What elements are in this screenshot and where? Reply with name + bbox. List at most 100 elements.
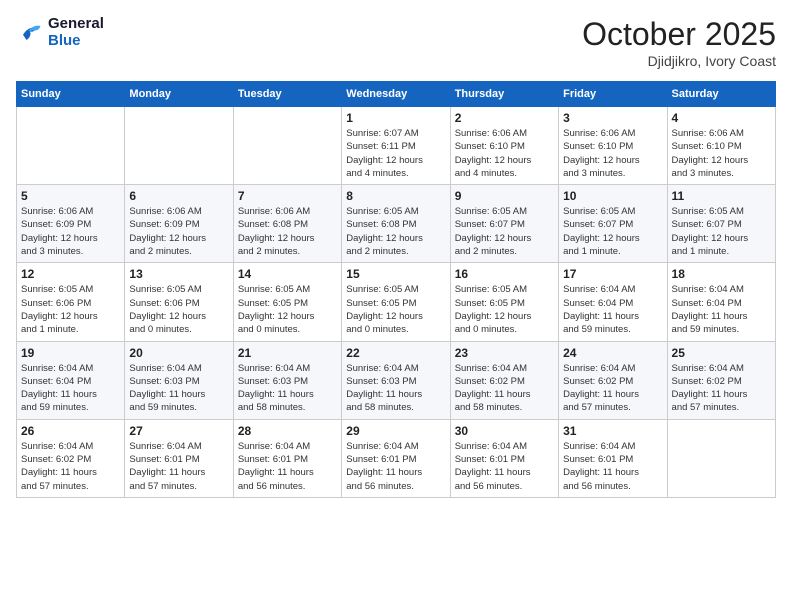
calendar-cell: 18Sunrise: 6:04 AM Sunset: 6:04 PM Dayli…: [667, 263, 775, 341]
calendar-cell: 8 Sunrise: 6:05 AM Sunset: 6:08 PM Daylig…: [342, 185, 450, 263]
calendar-cell: 7 Sunrise: 6:06 AM Sunset: 6:08 PM Daylig…: [233, 185, 341, 263]
title-block: October 2025 Djidjikro, Ivory Coast: [582, 16, 776, 69]
weekday-header: Wednesday: [342, 82, 450, 107]
calendar-cell: 4 Sunrise: 6:06 AM Sunset: 6:10 PM Daylig…: [667, 107, 775, 185]
day-info: Sunrise: 6:05 AM Sunset: 6:06 PM Dayligh…: [129, 283, 228, 336]
calendar-cell: 6 Sunrise: 6:06 AM Sunset: 6:09 PM Daylig…: [125, 185, 233, 263]
calendar-cell: 15Sunrise: 6:05 AM Sunset: 6:05 PM Dayli…: [342, 263, 450, 341]
weekday-header: Saturday: [667, 82, 775, 107]
day-number: 3: [563, 111, 662, 125]
logo-icon: [16, 19, 44, 47]
day-number: 2: [455, 111, 554, 125]
weekday-header: Monday: [125, 82, 233, 107]
day-number: 18: [672, 267, 771, 281]
calendar-cell: 24 Sunrise: 6:04 AM Sunset: 6:02 PM Dayli…: [559, 341, 667, 419]
day-info: Sunrise: 6:06 AM Sunset: 6:10 PM Dayligh…: [563, 127, 662, 180]
day-info: Sunrise: 6:06 AM Sunset: 6:09 PM Dayligh…: [21, 205, 120, 258]
day-number: 21: [238, 346, 337, 360]
calendar-cell: 25Sunrise: 6:04 AM Sunset: 6:02 PM Dayli…: [667, 341, 775, 419]
day-number: 30: [455, 424, 554, 438]
day-number: 9: [455, 189, 554, 203]
day-info: Sunrise: 6:05 AM Sunset: 6:07 PM Dayligh…: [455, 205, 554, 258]
calendar-cell: 12Sunrise: 6:05 AM Sunset: 6:06 PM Dayli…: [17, 263, 125, 341]
day-number: 16: [455, 267, 554, 281]
day-info: Sunrise: 6:04 AM Sunset: 6:01 PM Dayligh…: [129, 440, 228, 493]
day-number: 15: [346, 267, 445, 281]
calendar-cell: [17, 107, 125, 185]
weekday-header: Sunday: [17, 82, 125, 107]
calendar-cell: 30Sunrise: 6:04 AM Sunset: 6:01 PM Dayli…: [450, 419, 558, 497]
calendar-cell: 13 Sunrise: 6:05 AM Sunset: 6:06 PM Dayli…: [125, 263, 233, 341]
day-info: Sunrise: 6:06 AM Sunset: 6:10 PM Dayligh…: [455, 127, 554, 180]
calendar-cell: 26 Sunrise: 6:04 AM Sunset: 6:02 PM Dayli…: [17, 419, 125, 497]
day-number: 19: [21, 346, 120, 360]
calendar-cell: 20Sunrise: 6:04 AM Sunset: 6:03 PM Dayli…: [125, 341, 233, 419]
day-info: Sunrise: 6:04 AM Sunset: 6:01 PM Dayligh…: [563, 440, 662, 493]
day-info: Sunrise: 6:04 AM Sunset: 6:01 PM Dayligh…: [346, 440, 445, 493]
calendar-table: SundayMondayTuesdayWednesdayThursdayFrid…: [16, 81, 776, 498]
day-number: 24: [563, 346, 662, 360]
day-number: 23: [455, 346, 554, 360]
day-number: 8: [346, 189, 445, 203]
calendar-cell: 31 Sunrise: 6:04 AM Sunset: 6:01 PM Dayli…: [559, 419, 667, 497]
calendar-cell: [125, 107, 233, 185]
calendar-cell: 2 Sunrise: 6:06 AM Sunset: 6:10 PM Daylig…: [450, 107, 558, 185]
day-number: 31: [563, 424, 662, 438]
calendar-cell: 23 Sunrise: 6:04 AM Sunset: 6:02 PM Dayli…: [450, 341, 558, 419]
day-info: Sunrise: 6:05 AM Sunset: 6:05 PM Dayligh…: [238, 283, 337, 336]
day-number: 4: [672, 111, 771, 125]
day-info: Sunrise: 6:05 AM Sunset: 6:07 PM Dayligh…: [563, 205, 662, 258]
day-number: 7: [238, 189, 337, 203]
day-info: Sunrise: 6:04 AM Sunset: 6:01 PM Dayligh…: [238, 440, 337, 493]
day-info: Sunrise: 6:06 AM Sunset: 6:09 PM Dayligh…: [129, 205, 228, 258]
day-number: 10: [563, 189, 662, 203]
day-info: Sunrise: 6:06 AM Sunset: 6:08 PM Dayligh…: [238, 205, 337, 258]
day-number: 1: [346, 111, 445, 125]
day-info: Sunrise: 6:04 AM Sunset: 6:02 PM Dayligh…: [21, 440, 120, 493]
day-info: Sunrise: 6:05 AM Sunset: 6:06 PM Dayligh…: [21, 283, 120, 336]
day-info: Sunrise: 6:04 AM Sunset: 6:02 PM Dayligh…: [563, 362, 662, 415]
calendar-cell: 27 Sunrise: 6:04 AM Sunset: 6:01 PM Dayli…: [125, 419, 233, 497]
day-number: 14: [238, 267, 337, 281]
day-number: 11: [672, 189, 771, 203]
weekday-header: Friday: [559, 82, 667, 107]
day-number: 29: [346, 424, 445, 438]
calendar-cell: 11Sunrise: 6:05 AM Sunset: 6:07 PM Dayli…: [667, 185, 775, 263]
day-number: 6: [129, 189, 228, 203]
location: Djidjikro, Ivory Coast: [582, 53, 776, 69]
calendar-cell: 21 Sunrise: 6:04 AM Sunset: 6:03 PM Dayli…: [233, 341, 341, 419]
day-info: Sunrise: 6:05 AM Sunset: 6:08 PM Dayligh…: [346, 205, 445, 258]
page-header: General Blue October 2025 Djidjikro, Ivo…: [16, 16, 776, 69]
day-info: Sunrise: 6:06 AM Sunset: 6:10 PM Dayligh…: [672, 127, 771, 180]
day-info: Sunrise: 6:04 AM Sunset: 6:03 PM Dayligh…: [346, 362, 445, 415]
day-number: 5: [21, 189, 120, 203]
day-number: 26: [21, 424, 120, 438]
calendar-cell: 3 Sunrise: 6:06 AM Sunset: 6:10 PM Daylig…: [559, 107, 667, 185]
day-number: 28: [238, 424, 337, 438]
calendar-cell: [667, 419, 775, 497]
calendar-cell: 1 Sunrise: 6:07 AM Sunset: 6:11 PM Daylig…: [342, 107, 450, 185]
day-info: Sunrise: 6:04 AM Sunset: 6:02 PM Dayligh…: [672, 362, 771, 415]
logo-text: General Blue: [48, 16, 104, 49]
day-info: Sunrise: 6:07 AM Sunset: 6:11 PM Dayligh…: [346, 127, 445, 180]
day-number: 13: [129, 267, 228, 281]
day-info: Sunrise: 6:04 AM Sunset: 6:04 PM Dayligh…: [563, 283, 662, 336]
calendar-cell: 22 Sunrise: 6:04 AM Sunset: 6:03 PM Dayli…: [342, 341, 450, 419]
weekday-header: Tuesday: [233, 82, 341, 107]
calendar-cell: 28 Sunrise: 6:04 AM Sunset: 6:01 PM Dayli…: [233, 419, 341, 497]
calendar-cell: 17Sunrise: 6:04 AM Sunset: 6:04 PM Dayli…: [559, 263, 667, 341]
logo: General Blue: [16, 16, 104, 49]
day-number: 27: [129, 424, 228, 438]
calendar-cell: 10 Sunrise: 6:05 AM Sunset: 6:07 PM Dayli…: [559, 185, 667, 263]
calendar-cell: [233, 107, 341, 185]
calendar-cell: 5 Sunrise: 6:06 AM Sunset: 6:09 PM Daylig…: [17, 185, 125, 263]
day-info: Sunrise: 6:04 AM Sunset: 6:04 PM Dayligh…: [21, 362, 120, 415]
day-number: 22: [346, 346, 445, 360]
calendar-cell: 16 Sunrise: 6:05 AM Sunset: 6:05 PM Dayli…: [450, 263, 558, 341]
day-info: Sunrise: 6:05 AM Sunset: 6:05 PM Dayligh…: [455, 283, 554, 336]
weekday-header: Thursday: [450, 82, 558, 107]
day-info: Sunrise: 6:04 AM Sunset: 6:03 PM Dayligh…: [238, 362, 337, 415]
calendar-cell: 29 Sunrise: 6:04 AM Sunset: 6:01 PM Dayli…: [342, 419, 450, 497]
day-info: Sunrise: 6:04 AM Sunset: 6:02 PM Dayligh…: [455, 362, 554, 415]
month-title: October 2025: [582, 16, 776, 53]
